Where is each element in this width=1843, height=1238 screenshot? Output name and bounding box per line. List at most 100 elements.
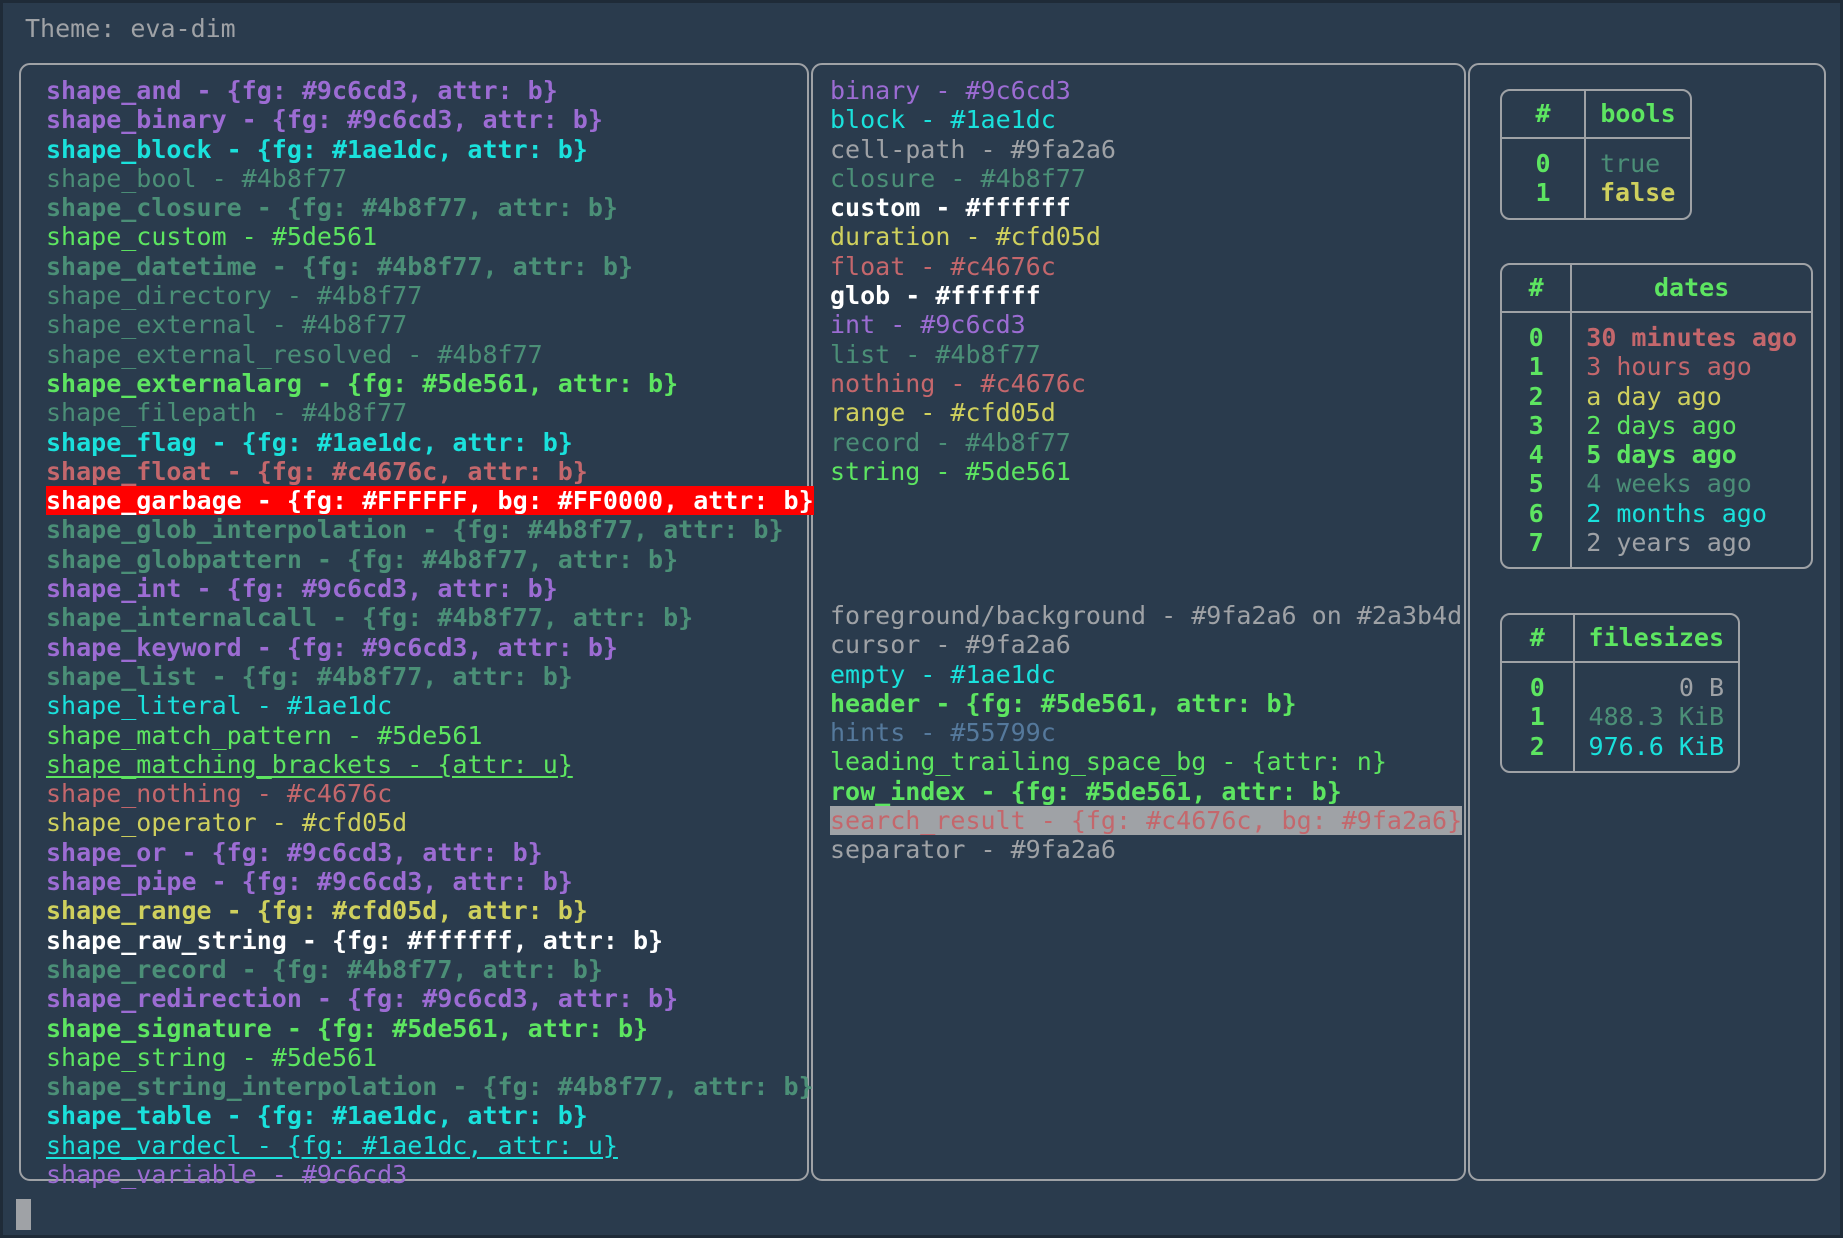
listing-row: int - #9c6cd3: [830, 310, 1116, 339]
listing-row-text: nothing - #c4676c: [830, 368, 1086, 398]
table-cell-value: 2 years ago: [1586, 528, 1752, 558]
listing-row-text: foreground/background - #9fa2a6 on #2a3b…: [830, 601, 1463, 630]
table-row-index: 3: [1502, 410, 1573, 441]
table-row-index: 0: [1502, 662, 1575, 703]
listing-row-text: shape_flag - {fg: #1ae1dc, attr: b}: [46, 427, 573, 457]
listing-row: header - {fg: #5de561, attr: b}: [830, 689, 1462, 718]
listing-row: shape_custom - #5de561: [46, 222, 814, 251]
listing-row: shape_external - #4b8f77: [46, 310, 814, 339]
table-column-header: filesizes: [1573, 615, 1738, 663]
listing-row-text: shape_and - {fg: #9c6cd3, attr: b}: [46, 76, 558, 105]
listing-row: shape_record - {fg: #4b8f77, attr: b}: [46, 955, 814, 984]
listing-row-text: list - #4b8f77: [830, 339, 1041, 369]
listing-row: float - #c4676c: [830, 252, 1116, 281]
listing-row: shape_external_resolved - #4b8f77: [46, 340, 814, 369]
table-cell-value: 3 hours ago: [1586, 352, 1752, 382]
table-cell-value: 2 days ago: [1586, 410, 1737, 440]
listing-row: shape_and - {fg: #9c6cd3, attr: b}: [46, 76, 814, 105]
listing-row: shape_vardecl - {fg: #1ae1dc, attr: u}: [46, 1131, 814, 1160]
listing-row-text: shape_float - {fg: #c4676c, attr: b}: [46, 456, 588, 486]
listing-row-text: shape_redirection - {fg: #9c6cd3, attr: …: [46, 984, 679, 1014]
listing-row-text: block - #1ae1dc: [830, 105, 1056, 135]
listing-row-text: shape_raw_string - {fg: #ffffff, attr: b…: [46, 925, 664, 955]
listing-row-text: shape_literal - #1ae1dc: [46, 691, 393, 721]
table-cell-value: 5 days ago: [1586, 440, 1737, 470]
listing-row-text: search_result - {fg: #c4676c, bg: #9fa2a…: [830, 806, 1463, 836]
table-cell-value: 30 minutes ago: [1586, 323, 1797, 352]
listing-row-text: shape_list - {fg: #4b8f77, attr: b}: [46, 661, 573, 691]
listing-row-text: empty - #1ae1dc: [830, 659, 1056, 689]
table-row-index: 1: [1502, 702, 1575, 732]
table-column-header: #: [1502, 265, 1573, 313]
listing-row: nothing - #c4676c: [830, 369, 1116, 398]
table-cell-value: 2 months ago: [1586, 498, 1767, 528]
listing-row: shape_matching_brackets - {attr: u}: [46, 750, 814, 779]
listing-row: foreground/background - #9fa2a6 on #2a3b…: [830, 601, 1462, 630]
table-row-index: 6: [1502, 498, 1573, 529]
listing-row-text: shape_datetime - {fg: #4b8f77, attr: b}: [46, 251, 633, 281]
listing-row: shape_bool - #4b8f77: [46, 164, 814, 193]
listing-row-text: shape_globpattern - {fg: #4b8f77, attr: …: [46, 544, 679, 574]
listing-row: shape_datetime - {fg: #4b8f77, attr: b}: [46, 252, 814, 281]
table-row-index: 7: [1502, 528, 1573, 568]
ui-elements-listing: foreground/background - #9fa2a6 on #2a3b…: [830, 601, 1463, 865]
listing-row-text: shape_external_resolved - #4b8f77: [46, 339, 543, 369]
listing-row: shape_keyword - {fg: #9c6cd3, attr: b}: [46, 633, 814, 662]
listing-row-text: shape_bool - #4b8f77: [46, 163, 348, 193]
terminal-cursor: [16, 1199, 31, 1230]
listing-row-text: shape_external - #4b8f77: [46, 310, 408, 340]
listing-row-text: glob - #ffffff: [830, 281, 1041, 311]
listing-row: shape_table - {fg: #1ae1dc, attr: b}: [46, 1101, 814, 1130]
listing-row: shape_signature - {fg: #5de561, attr: b}: [46, 1014, 814, 1043]
listing-row-text: shape_match_pattern - #5de561: [46, 720, 483, 750]
listing-row: shape_closure - {fg: #4b8f77, attr: b}: [46, 193, 814, 222]
listing-row-text: shape_string_interpolation - {fg: #4b8f7…: [46, 1072, 814, 1102]
table-row: 0 30 minutes ago: [1502, 312, 1811, 353]
listing-row: string - #5de561: [830, 457, 1116, 486]
theme-title: Theme: eva-dim: [25, 14, 236, 43]
table-row: 0 0 B: [1502, 662, 1738, 703]
listing-row-text: row_index - {fg: #5de561, attr: b}: [830, 776, 1342, 806]
table-row-index: 5: [1502, 469, 1573, 499]
listing-row-text: record - #4b8f77: [830, 427, 1071, 457]
listing-row-text: shape_string - #5de561: [46, 1042, 378, 1072]
listing-row-text: shape_table - {fg: #1ae1dc, attr: b}: [46, 1101, 588, 1131]
listing-row: cursor - #9fa2a6: [830, 630, 1462, 659]
listing-row-text: shape_vardecl - {fg: #1ae1dc, attr: u}: [46, 1130, 618, 1160]
listing-row-text: shape_externalarg - {fg: #5de561, attr: …: [46, 368, 679, 398]
listing-row-text: float - #c4676c: [830, 251, 1056, 281]
listing-row-text: range - #cfd05d: [830, 398, 1056, 428]
listing-row: shape_or - {fg: #9c6cd3, attr: b}: [46, 838, 814, 867]
listing-row-text: shape_binary - {fg: #9c6cd3, attr: b}: [46, 105, 603, 135]
listing-row-text: shape_signature - {fg: #5de561, attr: b}: [46, 1013, 649, 1043]
table-cell-value: a day ago: [1586, 381, 1722, 411]
listing-row: closure - #4b8f77: [830, 164, 1116, 193]
listing-row-text: separator - #9fa2a6: [830, 835, 1116, 865]
listing-row-text: shape_custom - #5de561: [46, 222, 378, 252]
listing-row: shape_list - {fg: #4b8f77, attr: b}: [46, 662, 814, 691]
table-cell-value: 4 weeks ago: [1586, 469, 1752, 499]
types-listing: binary - #9c6cd3 block - #1ae1dc cell-path…: [830, 76, 1116, 486]
listing-row-text: shape_block - {fg: #1ae1dc, attr: b}: [46, 134, 588, 164]
table-row-index: 2: [1502, 731, 1575, 771]
table-cell-value: 488.3 KiB: [1588, 702, 1724, 732]
listing-row: glob - #ffffff: [830, 281, 1116, 310]
listing-row: shape_range - {fg: #cfd05d, attr: b}: [46, 896, 814, 925]
listing-row-text: shape_operator - #cfd05d: [46, 808, 408, 838]
listing-row-text: leading_trailing_space_bg - {attr: n}: [830, 747, 1387, 777]
listing-row-text: shape_record - {fg: #4b8f77, attr: b}: [46, 954, 603, 984]
listing-row: hints - #55799c: [830, 718, 1462, 747]
table-cell-value: 976.6 KiB: [1588, 731, 1724, 761]
listing-row-text: shape_internalcall - {fg: #4b8f77, attr:…: [46, 603, 694, 633]
listing-row: shape_redirection - {fg: #9c6cd3, attr: …: [46, 984, 814, 1013]
listing-row-text: cell-path - #9fa2a6: [830, 134, 1116, 164]
table-row: 2 976.6 KiB: [1502, 731, 1738, 771]
listing-row: shape_literal - #1ae1dc: [46, 691, 814, 720]
listing-row-text: shape_filepath - #4b8f77: [46, 398, 408, 428]
listing-row: separator - #9fa2a6: [830, 835, 1462, 864]
listing-row: shape_filepath - #4b8f77: [46, 398, 814, 427]
table-row-index: 0: [1502, 138, 1586, 179]
listing-row-text: shape_range - {fg: #cfd05d, attr: b}: [46, 896, 588, 926]
listing-row: duration - #cfd05d: [830, 222, 1116, 251]
table-row: 2 a day ago: [1502, 381, 1811, 411]
